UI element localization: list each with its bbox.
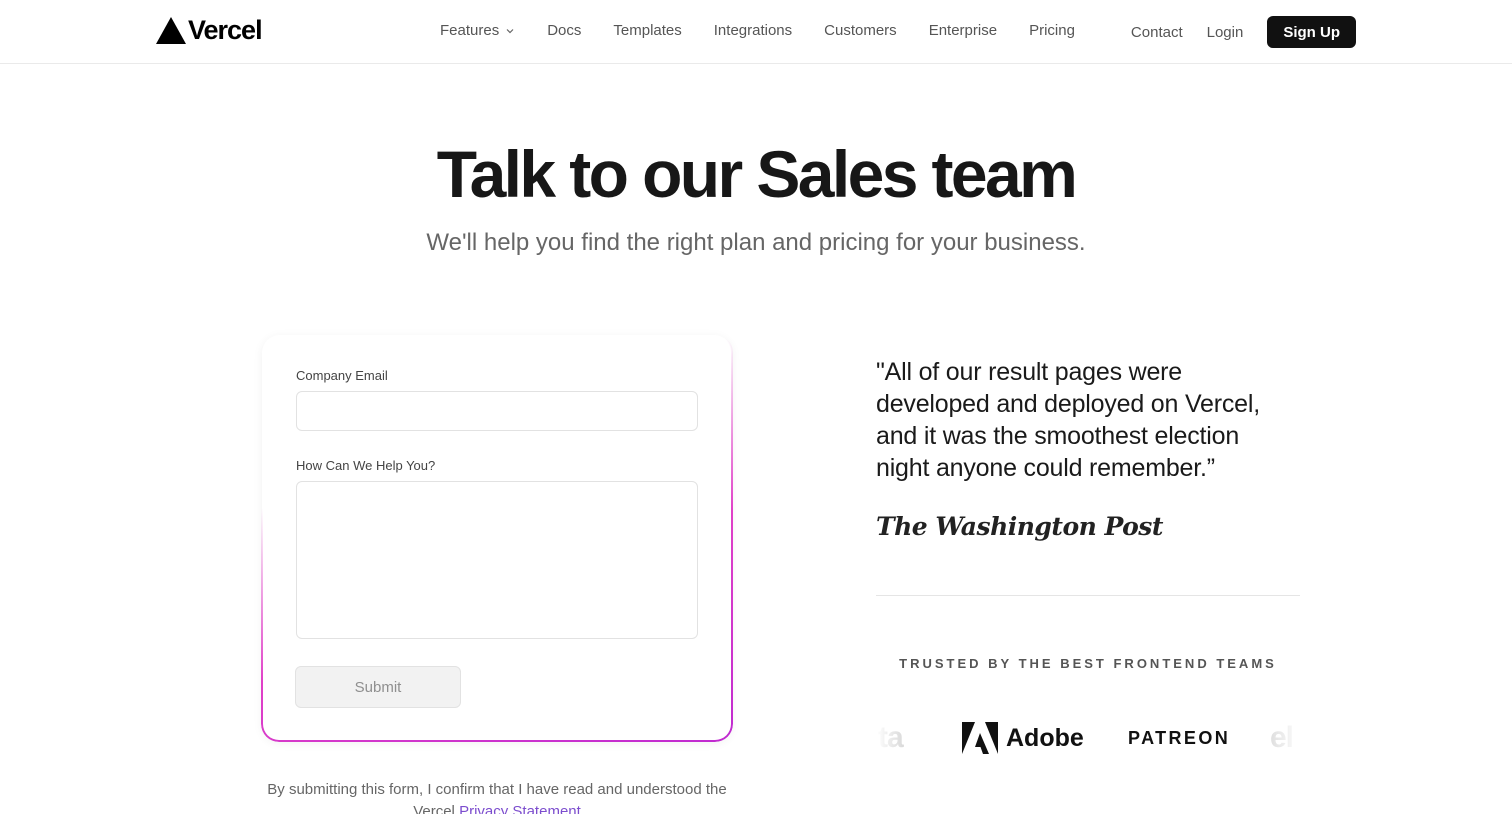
nav-item-integrations[interactable]: Integrations <box>714 22 792 39</box>
site-header: Vercel Features Docs Templates Integrati… <box>0 0 1512 64</box>
help-message-label: How Can We Help You? <box>296 458 436 473</box>
header-actions: Contact Login Sign Up <box>1131 16 1356 48</box>
section-divider <box>876 595 1300 596</box>
adobe-logo-text: Adobe <box>1006 723 1084 752</box>
nav-item-features[interactable]: Features <box>440 22 515 39</box>
nav-item-enterprise[interactable]: Enterprise <box>929 22 997 39</box>
customer-logo-patreon: PATREON <box>1128 727 1231 748</box>
adobe-icon <box>962 722 998 754</box>
washington-post-logo: The Washington Post <box>876 512 1163 541</box>
privacy-statement-link[interactable]: Privacy Statement <box>459 803 581 814</box>
main-nav: Features Docs Templates Integrations Cus… <box>440 22 1107 39</box>
nav-item-templates[interactable]: Templates <box>613 22 681 39</box>
trusted-heading: TRUSTED BY THE BEST FRONTEND TEAMS <box>899 656 1277 671</box>
nav-item-docs[interactable]: Docs <box>547 22 581 39</box>
sign-up-button[interactable]: Sign Up <box>1267 16 1356 48</box>
company-email-input[interactable] <box>296 391 698 431</box>
customer-logo-strip: ta Adobe PATREON el <box>876 716 1300 760</box>
vercel-logo-link[interactable]: Vercel <box>156 14 263 46</box>
page-title: Talk to our Sales team <box>436 137 1078 211</box>
chevron-down-icon <box>506 28 514 33</box>
logo-strip-fade-left <box>876 716 926 760</box>
contact-link[interactable]: Contact <box>1131 24 1183 41</box>
help-message-textarea[interactable] <box>296 481 698 639</box>
consent-notice: By submitting this form, I confirm that … <box>262 779 732 814</box>
testimonial-quote: "All of our result pages were developed … <box>876 358 1260 482</box>
company-email-label: Company Email <box>296 368 388 383</box>
vercel-triangle-icon <box>156 16 186 44</box>
submit-button[interactable]: Submit <box>295 666 461 708</box>
logo-strip-fade-right <box>1250 716 1300 760</box>
nav-item-pricing[interactable]: Pricing <box>1029 22 1075 39</box>
brand-name: Vercel <box>188 14 263 45</box>
login-link[interactable]: Login <box>1207 24 1244 41</box>
customer-logo-adobe: Adobe <box>962 716 1084 760</box>
sales-contact-form: Company Email How Can We Help You? Submi… <box>262 335 732 741</box>
nav-item-label: Features <box>440 22 500 39</box>
nav-item-customers[interactable]: Customers <box>824 22 897 39</box>
page-subtitle: We'll help you find the right plan and p… <box>426 229 1086 256</box>
